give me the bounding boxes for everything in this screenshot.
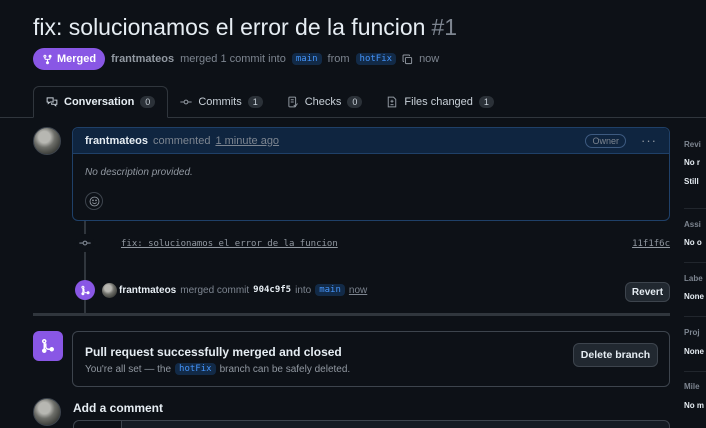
editor-write-tab[interactable]	[74, 421, 122, 428]
merge-time[interactable]: now	[349, 285, 367, 296]
merged-status-icon	[33, 331, 63, 361]
pr-title: fix: solucionamos el error de la funcion…	[33, 14, 457, 41]
revert-button[interactable]: Revert	[625, 282, 670, 302]
kebab-menu-icon[interactable]: ···	[641, 133, 657, 148]
comment-time[interactable]: 1 minute ago	[215, 135, 279, 147]
merge-into-text: into	[295, 284, 312, 296]
pr-tabs: Conversation 0 Commits 1 Checks 0 Files …	[0, 86, 706, 118]
sidebar-assignees-heading[interactable]: Assi	[684, 220, 701, 229]
merge-status-suffix: branch can be safely deleted.	[219, 363, 351, 375]
merge-status-branch[interactable]: hotFix	[175, 363, 216, 375]
sidebar-projects-heading[interactable]: Proj	[684, 328, 700, 337]
sidebar-separator	[684, 262, 706, 263]
avatar[interactable]	[33, 127, 61, 155]
sidebar-reviewers-value-2: Still	[684, 177, 699, 186]
pr-number: #1	[431, 14, 458, 40]
pr-meta: Merged frantmateos merged 1 commit into …	[33, 48, 439, 70]
merge-event-text: merged commit	[180, 284, 250, 296]
merge-status-box: Pull request successfully merged and clo…	[72, 331, 670, 387]
comment-header: frantmateos commented 1 minute ago Owner…	[73, 128, 669, 154]
comment-author[interactable]: frantmateos	[85, 135, 148, 147]
tab-files-changed[interactable]: Files changed 1	[374, 86, 506, 118]
add-comment-heading: Add a comment	[73, 401, 164, 415]
commit-icon	[76, 234, 94, 252]
commit-sha-link[interactable]: 11f1f6c	[632, 239, 670, 249]
tab-files-label: Files changed	[404, 96, 473, 108]
current-user-avatar[interactable]	[33, 398, 61, 426]
merge-target-branch[interactable]: main	[315, 284, 345, 296]
sidebar-separator	[684, 371, 706, 372]
tab-conversation-count: 0	[140, 96, 156, 108]
merge-commit-sha[interactable]: 904c9f5	[253, 285, 291, 295]
commit-icon	[180, 99, 192, 105]
from-text: from	[327, 53, 350, 65]
file-diff-icon	[388, 96, 397, 108]
checklist-icon	[288, 96, 298, 108]
sidebar-projects-value: None	[684, 347, 704, 356]
sidebar-labels-value: None	[684, 292, 704, 301]
sidebar-separator	[684, 316, 706, 317]
pr-time: now	[419, 53, 440, 65]
tab-checks-label: Checks	[304, 96, 342, 108]
sidebar-assignees-value: No o	[684, 238, 702, 247]
sidebar-milestone-heading[interactable]: Mile	[684, 382, 700, 391]
tab-checks[interactable]: Checks 0	[275, 86, 375, 118]
sidebar-reviewers-value: No r	[684, 158, 700, 167]
add-reaction-button[interactable]	[85, 192, 103, 210]
comment-body: No description provided.	[85, 167, 193, 178]
merge-status-title: Pull request successfully merged and clo…	[85, 345, 342, 359]
sidebar-labels-heading[interactable]: Labe	[684, 274, 703, 283]
smiley-icon	[89, 196, 99, 206]
merger-avatar[interactable]	[102, 283, 117, 298]
comment-action: commented	[152, 134, 211, 147]
tab-files-count: 1	[478, 96, 494, 108]
comment-discussion-icon	[46, 97, 58, 107]
git-merge-icon	[75, 280, 95, 300]
comment-editor[interactable]	[73, 420, 670, 428]
tab-commits-count: 1	[247, 96, 263, 108]
comment-box: frantmateos commented 1 minute ago Owner…	[72, 127, 670, 221]
tab-conversation-label: Conversation	[64, 96, 135, 108]
pr-title-text: fix: solucionamos el error de la funcion	[33, 14, 426, 40]
merge-status-subtitle: You're all set — the hotFix branch can b…	[85, 363, 350, 375]
delete-branch-button[interactable]: Delete branch	[573, 343, 658, 367]
owner-badge: Owner	[585, 133, 626, 148]
sidebar-milestone-value: No m	[684, 401, 704, 410]
timeline-divider	[33, 313, 670, 316]
pr-author-link[interactable]: frantmateos	[111, 53, 174, 65]
git-merge-icon	[43, 54, 52, 64]
tab-commits-label: Commits	[198, 96, 242, 108]
merge-status-prefix: You're all set — the	[85, 363, 172, 375]
tab-checks-count: 0	[347, 96, 363, 108]
copy-icon[interactable]	[402, 54, 413, 65]
sidebar-reviewers-heading[interactable]: Revi	[684, 140, 701, 149]
base-branch-link[interactable]: main	[291, 53, 322, 65]
merge-text: merged 1 commit into	[180, 53, 286, 65]
tab-commits[interactable]: Commits 1	[168, 86, 274, 118]
commit-message-link[interactable]: fix: solucionamos el error de la funcion	[121, 239, 338, 249]
sidebar-separator	[684, 208, 706, 209]
head-branch-link[interactable]: hotFix	[355, 53, 397, 65]
status-label: Merged	[57, 53, 97, 65]
merge-event: frantmateos merged commit 904c9f5 into m…	[119, 284, 367, 296]
tab-conversation[interactable]: Conversation 0	[33, 86, 169, 118]
status-badge: Merged	[33, 48, 106, 70]
merge-author[interactable]: frantmateos	[119, 285, 176, 296]
